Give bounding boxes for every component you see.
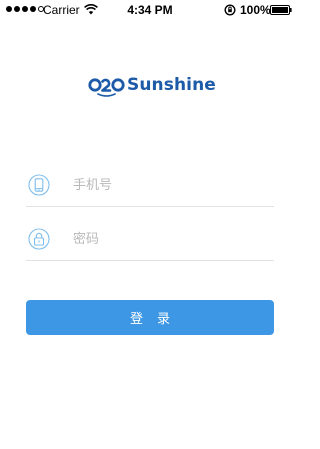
app-logo: Sunshine: [88, 72, 216, 98]
status-bar: Carrier 4:34 PM 100%: [0, 0, 300, 20]
phone-field[interactable]: [26, 163, 274, 207]
phone-input[interactable]: [73, 173, 263, 197]
lock-icon: [28, 228, 50, 250]
password-input[interactable]: [73, 227, 263, 251]
login-screen: Carrier 4:34 PM 100% Sunshine 手机号 登录: [0, 0, 300, 449]
app-name: Sunshine: [127, 75, 216, 95]
battery-percentage: 100%: [240, 3, 271, 17]
battery-icon: [270, 5, 292, 15]
rotation-lock-icon: [224, 4, 236, 16]
password-field[interactable]: [26, 217, 274, 261]
login-button[interactable]: 登录: [26, 300, 274, 335]
phone-icon: [28, 174, 50, 196]
o2o-logo-mark: [88, 78, 125, 97]
